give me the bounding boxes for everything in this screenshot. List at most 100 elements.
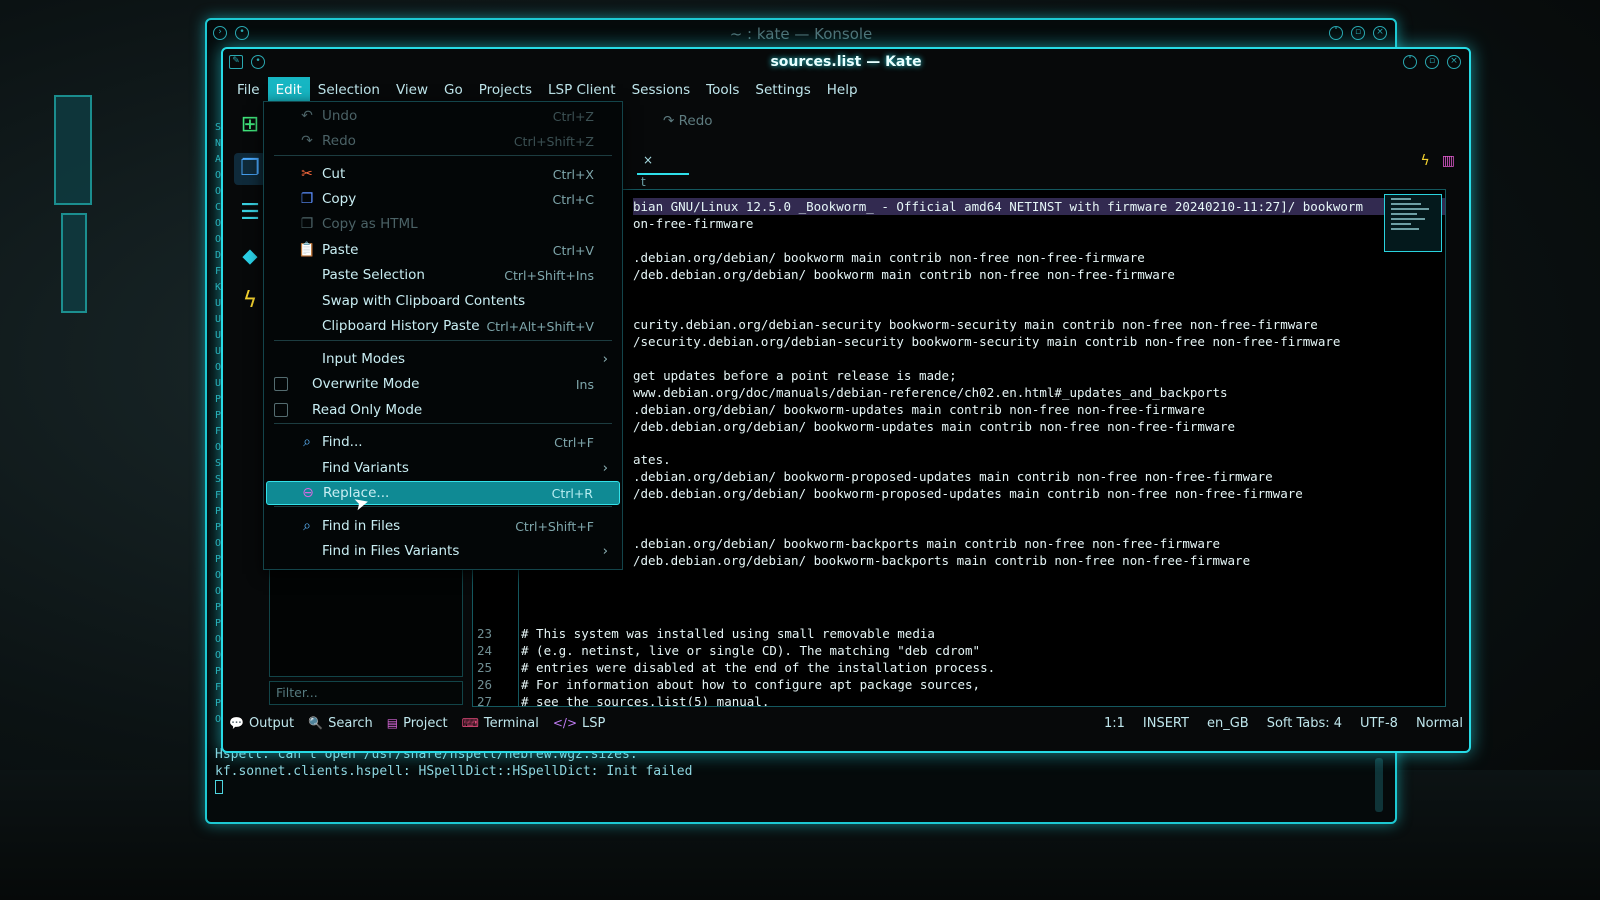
menu-selection[interactable]: Selection — [310, 77, 388, 103]
toolview-output-button[interactable]: 💬 Output — [229, 716, 294, 731]
shortcut-label: Ctrl+Shift+Z — [513, 133, 594, 149]
konsole-output[interactable]: Hspell: can't open /usr/share/hspell/heb… — [215, 746, 692, 799]
new-document-icon[interactable]: ⊞ — [234, 109, 266, 141]
menu-item-find-variants[interactable]: Find Variants › — [266, 456, 620, 480]
toolview-label: Output — [248, 715, 295, 731]
pin-icon[interactable]: • — [235, 26, 249, 40]
menu-item-label: Input Modes — [322, 351, 406, 367]
minimize-icon[interactable]: ˅ — [1403, 55, 1417, 69]
toolview-project-button[interactable]: ▤ Project — [387, 716, 448, 731]
shortcut-label: Ctrl+C — [552, 191, 594, 207]
replace-icon: ⊖ — [302, 485, 314, 501]
menu-item-replace[interactable]: ⊖ Replace... Ctrl+R — [266, 481, 620, 505]
code-line: /deb.debian.org/debian/ bookworm-updates… — [633, 419, 1236, 434]
split-view-icon[interactable]: ▥ — [1442, 153, 1455, 169]
kate-app-icon: ✎ — [229, 55, 243, 69]
file-encoding[interactable]: UTF-8 — [1360, 716, 1398, 731]
breadcrumb[interactable]: t — [641, 175, 646, 189]
copy-html-icon: ❐ — [300, 216, 314, 232]
minimap[interactable] — [1384, 194, 1442, 252]
menubar: File Edit Selection View Go Projects LSP Clien… — [229, 77, 866, 103]
chevron-right-icon: › — [602, 351, 608, 367]
menu-separator — [274, 340, 612, 341]
lightning-icon[interactable]: ϟ — [234, 285, 266, 317]
menu-settings[interactable]: Settings — [747, 77, 818, 103]
documents-icon[interactable]: ❐ — [234, 153, 266, 185]
menu-lsp-client[interactable]: LSP Client — [540, 77, 624, 103]
menu-file[interactable]: File — [229, 77, 268, 103]
menu-tools[interactable]: Tools — [698, 77, 747, 103]
quick-action-icon[interactable]: ϟ — [1421, 153, 1430, 169]
minimize-icon[interactable]: ˅ — [1329, 26, 1343, 40]
outline-icon[interactable]: ☰ — [234, 197, 266, 229]
konsole-titlebar: › • ~ : kate — Konsole ˅ ▫ × — [207, 20, 1395, 48]
konsole-scrollbar[interactable] — [1375, 758, 1383, 812]
menu-item-clipboard-history-paste[interactable]: Clipboard History Paste Ctrl+Alt+Shift+V — [266, 314, 620, 338]
menu-item-find-in-files-variants[interactable]: Find in Files Variants › — [266, 539, 620, 563]
toolview-label: Search — [328, 715, 373, 731]
menu-go[interactable]: Go — [436, 77, 471, 103]
menu-item-copy-as-html[interactable]: ❐ Copy as HTML — [266, 212, 620, 236]
dictionary-language[interactable]: en_GB — [1207, 716, 1249, 731]
menu-item-copy[interactable]: ❐ Copy Ctrl+C — [266, 187, 620, 211]
tab-close-icon[interactable]: × — [643, 153, 653, 167]
maximize-icon[interactable]: ▫ — [1425, 55, 1439, 69]
menu-item-redo[interactable]: ↷ Redo Ctrl+Shift+Z — [266, 129, 620, 153]
code-line: www.debian.org/doc/manuals/debian-refere… — [633, 385, 1228, 400]
git-icon[interactable]: ⬥ — [234, 241, 266, 273]
menu-item-overwrite-mode[interactable]: Overwrite Mode Ins — [266, 372, 620, 396]
menu-item-label: Find in Files — [322, 518, 401, 534]
shortcut-label: Ctrl+R — [551, 485, 593, 501]
menu-item-undo[interactable]: ↶ Undo Ctrl+Z — [266, 104, 620, 128]
menu-edit[interactable]: Edit — [267, 77, 310, 103]
menu-item-swap-with-clipboard-contents[interactable]: Swap with Clipboard Contents — [266, 289, 620, 313]
menu-item-input-modes[interactable]: Input Modes › — [266, 347, 620, 371]
indentation-setting[interactable]: Soft Tabs: 4 — [1267, 716, 1342, 731]
chevron-right-icon: › — [602, 543, 608, 559]
file-panel[interactable] — [269, 559, 463, 677]
edit-mode[interactable]: INSERT — [1143, 716, 1189, 731]
paste-icon: 📋 — [298, 242, 316, 258]
toolbar-redo-button[interactable]: ↷ Redo — [663, 113, 713, 129]
toolview-lsp-button[interactable]: </> LSP — [553, 716, 606, 731]
checkbox[interactable] — [274, 403, 288, 417]
code-line: on-free-firmware — [633, 216, 754, 231]
line-number: 23 — [477, 626, 493, 641]
menu-separator — [274, 423, 612, 424]
menu-item-label: Read Only Mode — [312, 402, 423, 418]
menu-sessions[interactable]: Sessions — [624, 77, 699, 103]
filter-input[interactable]: Filter... — [269, 681, 463, 705]
redo-icon: ↷ — [301, 133, 313, 149]
close-icon[interactable]: × — [1447, 55, 1461, 69]
toolview-label: Terminal — [483, 715, 539, 731]
menu-item-label: Cut — [322, 166, 346, 182]
menu-item-read-only-mode[interactable]: Read Only Mode — [266, 398, 620, 422]
close-icon[interactable]: × — [1373, 26, 1387, 40]
wallpaper-sign-arrows — [54, 95, 92, 205]
code-line: .debian.org/debian/ bookworm main contri… — [633, 250, 1145, 265]
checkbox[interactable] — [274, 377, 288, 391]
menu-item-label: Paste Selection — [322, 267, 425, 283]
menu-item-paste-selection[interactable]: Paste Selection Ctrl+Shift+Ins — [266, 263, 620, 287]
menu-projects[interactable]: Projects — [471, 77, 540, 103]
maximize-icon[interactable]: ▫ — [1351, 26, 1365, 40]
menu-item-find[interactable]: ⌕ Find... Ctrl+F — [266, 430, 620, 454]
menu-item-cut[interactable]: ✂ Cut Ctrl+X — [266, 162, 620, 186]
menu-item-paste[interactable]: 📋 Paste Ctrl+V — [266, 238, 620, 262]
toolview-search-button[interactable]: 🔍 Search — [308, 716, 373, 731]
cursor-position[interactable]: 1:1 — [1104, 716, 1125, 731]
menu-help[interactable]: Help — [819, 77, 866, 103]
menu-item-label: Find in Files Variants — [322, 543, 460, 559]
kate-titlebar: ✎ • sources.list — Kate ˅ ▫ × — [223, 49, 1469, 77]
menu-item-find-in-files[interactable]: ⌕ Find in Files Ctrl+Shift+F — [266, 514, 620, 538]
chevron-right-icon: › — [602, 460, 608, 476]
terminal-app-icon: › — [213, 26, 227, 40]
output-icon: 💬 — [229, 716, 244, 730]
pin-icon[interactable]: • — [251, 55, 265, 69]
toolview-terminal-button[interactable]: ⌨ Terminal — [462, 716, 539, 731]
code-line: /security.debian.org/debian-security boo… — [633, 334, 1341, 349]
menu-view[interactable]: View — [388, 77, 436, 103]
input-mode[interactable]: Normal — [1416, 716, 1463, 731]
toolbar-redo-label: Redo — [678, 113, 713, 129]
code-line: get updates before a point release is ma… — [633, 368, 957, 383]
